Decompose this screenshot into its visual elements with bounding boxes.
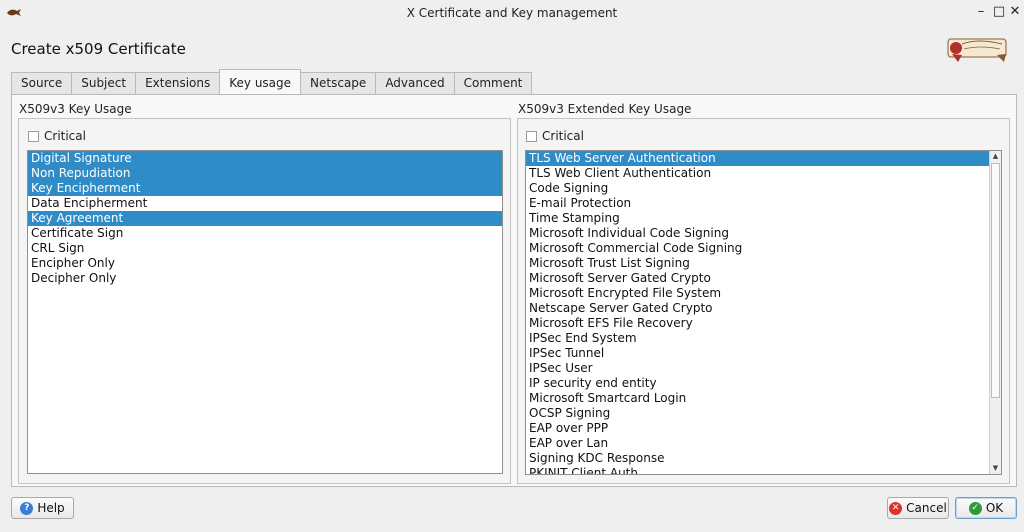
help-button-label: Help bbox=[37, 501, 65, 515]
dialog-title: Create x509 Certificate bbox=[11, 40, 186, 58]
scrollbar-thumb[interactable] bbox=[991, 163, 1000, 398]
key-usage-item[interactable]: Certificate Sign bbox=[28, 226, 502, 241]
tab-bar: Source Subject Extensions Key usage Netscape… bbox=[11, 69, 533, 94]
help-button[interactable]: ? Help bbox=[11, 497, 74, 519]
tab-comment[interactable]: Comment bbox=[453, 72, 533, 94]
extended-key-usage-item[interactable]: Microsoft Encrypted File System bbox=[526, 286, 1001, 301]
key-usage-item[interactable]: CRL Sign bbox=[28, 241, 502, 256]
extended-key-usage-item[interactable]: Microsoft Trust List Signing bbox=[526, 256, 1001, 271]
cancel-button[interactable]: ✕ Cancel bbox=[887, 497, 949, 519]
extended-key-usage-item[interactable]: EAP over Lan bbox=[526, 436, 1001, 451]
key-usage-item[interactable]: Data Encipherment bbox=[28, 196, 502, 211]
key-usage-critical-label: Critical bbox=[44, 129, 86, 143]
ok-button[interactable]: ✓ OK bbox=[955, 497, 1017, 519]
key-usage-heading: X509v3 Key Usage bbox=[19, 102, 132, 116]
checkbox-box[interactable] bbox=[526, 130, 537, 142]
extended-key-usage-critical-label: Critical bbox=[542, 129, 584, 143]
cancel-icon: ✕ bbox=[889, 501, 903, 515]
extended-key-usage-item[interactable]: IPSec User bbox=[526, 361, 1001, 376]
key-usage-item[interactable]: Non Repudiation bbox=[28, 166, 502, 181]
tab-advanced[interactable]: Advanced bbox=[375, 72, 455, 94]
extended-key-usage-critical-checkbox[interactable]: Critical bbox=[526, 129, 584, 143]
extended-key-usage-item[interactable]: Microsoft Server Gated Crypto bbox=[526, 271, 1001, 286]
scroll-down-icon[interactable]: ▼ bbox=[990, 463, 1001, 474]
extended-key-usage-item[interactable]: IPSec End System bbox=[526, 331, 1001, 346]
window-titlebar: X Certificate and Key management – □ ✕ bbox=[0, 0, 1024, 26]
extended-key-usage-item[interactable]: Code Signing bbox=[526, 181, 1001, 196]
key-usage-item[interactable]: Decipher Only bbox=[28, 271, 502, 286]
extended-key-usage-item[interactable]: Microsoft Smartcard Login bbox=[526, 391, 1001, 406]
extended-key-usage-item[interactable]: Time Stamping bbox=[526, 211, 1001, 226]
tab-netscape[interactable]: Netscape bbox=[300, 72, 377, 94]
extended-key-usage-item[interactable]: EAP over PPP bbox=[526, 421, 1001, 436]
extended-key-usage-heading: X509v3 Extended Key Usage bbox=[518, 102, 692, 116]
cancel-button-label: Cancel bbox=[906, 501, 947, 515]
ok-button-label: OK bbox=[985, 501, 1004, 515]
help-icon: ? bbox=[20, 501, 34, 515]
key-usage-list[interactable]: Digital Signature Non Repudiation Key Enci… bbox=[27, 150, 503, 474]
extended-key-usage-item[interactable]: PKINIT Client Auth bbox=[526, 466, 1001, 474]
minimize-button[interactable]: – bbox=[972, 3, 990, 21]
extended-key-usage-item[interactable]: Netscape Server Gated Crypto bbox=[526, 301, 1001, 316]
extended-key-usage-item[interactable]: TLS Web Client Authentication bbox=[526, 166, 1001, 181]
extended-key-usage-item[interactable]: Signing KDC Response bbox=[526, 451, 1001, 466]
extended-key-usage-item[interactable]: TLS Web Server Authentication bbox=[526, 151, 1001, 166]
extended-key-usage-item[interactable]: Microsoft Individual Code Signing bbox=[526, 226, 1001, 241]
logo-icon bbox=[947, 38, 1007, 62]
extended-key-usage-item[interactable]: Microsoft Commercial Code Signing bbox=[526, 241, 1001, 256]
tab-extensions[interactable]: Extensions bbox=[135, 72, 221, 94]
ok-icon: ✓ bbox=[968, 501, 982, 515]
tab-subject[interactable]: Subject bbox=[71, 72, 137, 94]
extended-key-usage-list[interactable]: TLS Web Server Authentication TLS Web Cli… bbox=[525, 150, 1002, 475]
key-usage-item[interactable]: Key Encipherment bbox=[28, 181, 502, 196]
extended-key-usage-item[interactable]: IPSec Tunnel bbox=[526, 346, 1001, 361]
key-usage-critical-checkbox[interactable]: Critical bbox=[28, 129, 86, 143]
scroll-up-icon[interactable]: ▲ bbox=[990, 151, 1001, 162]
extended-key-usage-item[interactable]: Microsoft EFS File Recovery bbox=[526, 316, 1001, 331]
checkbox-box[interactable] bbox=[28, 130, 39, 142]
tab-source[interactable]: Source bbox=[11, 72, 73, 94]
key-usage-item[interactable]: Digital Signature bbox=[28, 151, 502, 166]
tab-key-usage[interactable]: Key usage bbox=[219, 69, 302, 94]
window-title: X Certificate and Key management bbox=[406, 6, 618, 20]
key-usage-item[interactable]: Encipher Only bbox=[28, 256, 502, 271]
extended-key-usage-item[interactable]: E-mail Protection bbox=[526, 196, 1001, 211]
key-usage-item[interactable]: Key Agreement bbox=[28, 211, 502, 226]
extended-key-usage-item[interactable]: OCSP Signing bbox=[526, 406, 1001, 421]
extended-key-usage-scrollbar[interactable]: ▲ ▼ bbox=[989, 151, 1001, 474]
close-button[interactable]: ✕ bbox=[1006, 3, 1024, 21]
extended-key-usage-item[interactable]: IP security end entity bbox=[526, 376, 1001, 391]
